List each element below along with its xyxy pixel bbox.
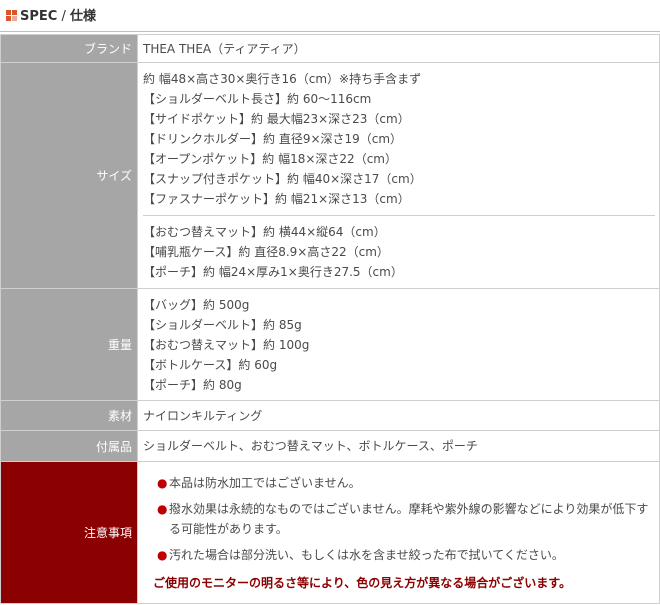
value-notes: ● 本品は防水加工ではございません。 ● 撥水効果は永続的なものではございません。摩… <box>137 461 660 604</box>
size-line: 約 幅48×高さ30×奥行き16（cm）※持ち手含まず <box>143 72 422 86</box>
size-line: 【ファスナーポケット】約 幅21×深さ13（cm） <box>143 192 410 206</box>
page-title: SPEC / 仕様 <box>20 9 96 24</box>
size-line: 【ポーチ】約 幅24×厚み1×奥行き27.5（cm） <box>143 265 403 279</box>
weight-line: 【ポーチ】約 80g <box>143 377 242 392</box>
value-weight: 【バッグ】約 500g 【ショルダーベルト】約 85g 【おむつ替えマット】約 … <box>137 288 660 401</box>
label-notes: 注意事項 <box>0 461 138 604</box>
weight-line: 【バッグ】約 500g <box>143 297 250 312</box>
size-line: 【ドリンクホルダー】約 直径9×深さ19（cm） <box>143 132 403 146</box>
label-size: サイズ <box>0 62 138 289</box>
color-disclaimer: ご使用のモニターの明るさ等により、色の見え方が異なる場合がございます。 <box>153 575 572 590</box>
value-brand: THEA THEA（ティアティア） <box>137 34 660 63</box>
weight-line: 【ショルダーベルト】約 85g <box>143 317 302 332</box>
note-item: ● 汚れた場合は部分洗い、もしくは水を含ませ絞った布で拭いてください。 <box>157 545 659 565</box>
row-notes: 注意事項 ● 本品は防水加工ではございません。 ● 撥水効果は永続的なものではござい… <box>0 461 660 604</box>
value-accessories: ショルダーベルト、おむつ替えマット、ボトルケース、ポーチ <box>137 430 660 462</box>
spec-header: SPEC / 仕様 <box>0 0 660 34</box>
label-brand: ブランド <box>0 34 138 63</box>
label-accessories: 付属品 <box>0 430 138 462</box>
note-item: ● 本品は防水加工ではございません。 <box>157 473 659 493</box>
note-item: ● 撥水効果は永続的なものではございません。摩耗や紫外線の影響などにより効果が低下… <box>157 499 659 539</box>
bullet-icon: ● <box>157 501 168 516</box>
row-weight: 重量 【バッグ】約 500g 【ショルダーベルト】約 85g 【おむつ替えマット… <box>0 288 660 401</box>
row-size: サイズ 約 幅48×高さ30×奥行き16（cm）※持ち手含まず 【ショルダーベル… <box>0 62 660 289</box>
row-material: 素材 ナイロンキルティング <box>0 400 660 431</box>
spec-table: ブランド THEA THEA（ティアティア） サイズ 約 幅48×高さ30×奥行… <box>0 34 660 604</box>
value-size: 約 幅48×高さ30×奥行き16（cm）※持ち手含まず 【ショルダーベルト長さ】… <box>137 62 660 289</box>
size-line: 【ショルダーベルト長さ】約 60〜116cm <box>143 92 372 106</box>
bullet-icon: ● <box>157 475 168 490</box>
size-line: 【オープンポケット】約 幅18×深さ22（cm） <box>143 152 397 166</box>
label-weight: 重量 <box>0 288 138 401</box>
label-material: 素材 <box>0 400 138 431</box>
notes-list: ● 本品は防水加工ではございません。 ● 撥水効果は永続的なものではございません。摩… <box>143 473 659 565</box>
weight-line: 【おむつ替えマット】約 100g <box>143 337 310 352</box>
size-line: 【サイドポケット】約 最大幅23×深さ23（cm） <box>143 112 410 126</box>
value-material: ナイロンキルティング <box>137 400 660 431</box>
size-line: 【おむつ替えマット】約 横44×縦64（cm） <box>143 225 386 239</box>
size-divider <box>143 215 655 216</box>
weight-line: 【ボトルケース】約 60g <box>143 357 278 372</box>
header-rule <box>0 31 660 32</box>
size-line: 【スナップ付きポケット】約 幅40×深さ17（cm） <box>143 172 422 186</box>
bullet-icon: ● <box>157 547 168 562</box>
row-accessories: 付属品 ショルダーベルト、おむつ替えマット、ボトルケース、ポーチ <box>0 430 660 462</box>
size-line: 【哺乳瓶ケース】約 直径8.9×高さ22（cm） <box>143 245 389 259</box>
row-brand: ブランド THEA THEA（ティアティア） <box>0 34 660 63</box>
spec-squares-icon <box>6 10 18 22</box>
